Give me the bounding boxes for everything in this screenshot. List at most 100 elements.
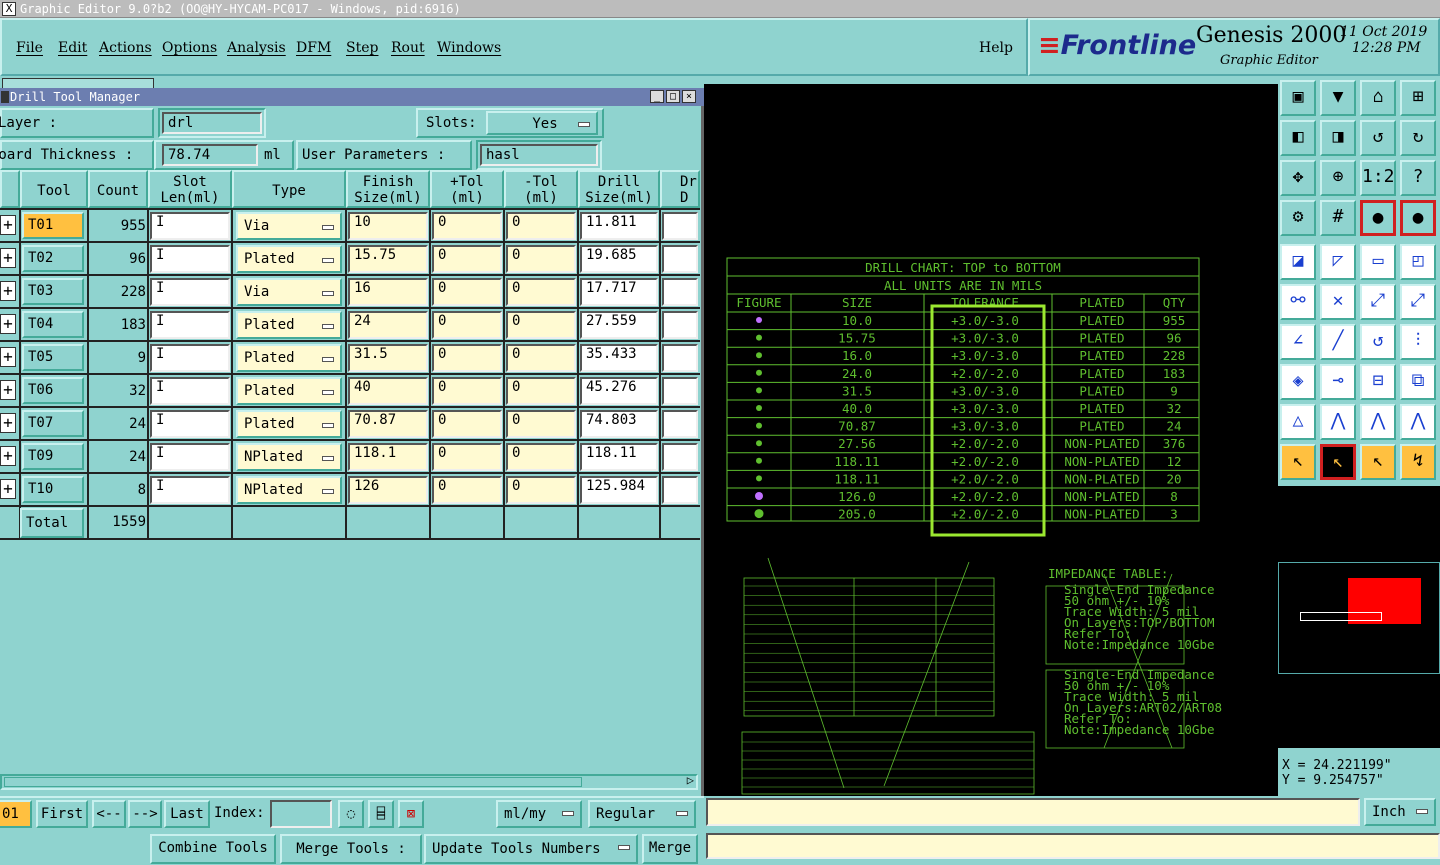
drill-extra-input[interactable] (662, 377, 698, 405)
menu-actions[interactable]: Actions (99, 40, 152, 56)
tool-type-dropdown[interactable]: Plated (236, 245, 342, 273)
finish-size-input[interactable]: 15.75 (348, 245, 428, 273)
triangle-select-icon[interactable]: △ (1280, 404, 1316, 440)
layer-input[interactable]: drl (162, 112, 262, 134)
plus-tolerance-input[interactable]: 0 (432, 377, 502, 405)
draw-line-icon[interactable]: ╱ (1320, 324, 1356, 360)
row-expand-button[interactable]: + (0, 248, 16, 268)
mode-dropdown[interactable]: Regular (588, 800, 696, 828)
finish-size-input[interactable]: 40 (348, 377, 428, 405)
pointer-select-icon[interactable]: ↖ (1360, 444, 1396, 480)
menu-options[interactable]: Options (162, 40, 217, 56)
menu-windows[interactable]: Windows (437, 40, 501, 56)
prev-button[interactable]: <-- (92, 800, 126, 828)
delete-icon[interactable]: ⊠ (398, 800, 424, 828)
arc-rotate-icon[interactable]: ↺ (1360, 324, 1396, 360)
pointer-icon[interactable]: ↖ (1280, 444, 1316, 480)
drill-size-input[interactable]: 125.984 (580, 476, 658, 504)
menu-file[interactable]: File (16, 40, 43, 56)
drill-extra-input[interactable] (662, 245, 698, 273)
home-icon[interactable]: ⌂ (1360, 80, 1396, 116)
maximize-icon[interactable]: □ (666, 90, 680, 103)
row-expand-button[interactable]: + (0, 446, 16, 466)
minus-tolerance-input[interactable]: 0 (506, 377, 576, 405)
drill-size-input[interactable]: 74.803 (580, 410, 658, 438)
stack-shapes-icon[interactable]: ⧉ (1400, 364, 1436, 400)
overview-minimap[interactable] (1278, 486, 1440, 748)
scrollbar-thumb[interactable] (4, 777, 582, 787)
tool-button[interactable]: T09 (22, 443, 84, 470)
slot-length-input[interactable]: I (150, 311, 230, 339)
grid-icon[interactable]: # (1320, 200, 1356, 236)
row-expand-button[interactable]: + (0, 314, 16, 334)
minus-tolerance-input[interactable]: 0 (506, 344, 576, 372)
slot-length-input[interactable]: I (150, 476, 230, 504)
move-node-alt-icon[interactable]: ⤢ (1400, 284, 1436, 320)
drill-size-input[interactable]: 11.811 (580, 212, 658, 240)
minus-tolerance-input[interactable]: 0 (506, 311, 576, 339)
row-expand-button[interactable]: + (0, 479, 16, 499)
a-frame-icon[interactable]: ⋀ (1320, 404, 1356, 440)
minimized-window-tab[interactable] (2, 78, 154, 88)
plus-tolerance-input[interactable]: 0 (432, 344, 502, 372)
refresh-icon[interactable]: ⌸ (368, 800, 394, 828)
horizontal-scrollbar[interactable]: ▷ (0, 773, 698, 790)
plus-tolerance-input[interactable]: 0 (432, 278, 502, 306)
finish-size-input[interactable]: 118.1 (348, 443, 428, 471)
next-button[interactable]: --> (128, 800, 162, 828)
zoom-back-icon[interactable]: ◧ (1280, 120, 1316, 156)
finish-size-input[interactable]: 70.87 (348, 410, 428, 438)
close-icon[interactable]: × (682, 90, 696, 103)
unit-dropdown[interactable]: Inch (1364, 798, 1436, 826)
merge-button[interactable]: Merge (642, 834, 698, 864)
pointer-active-icon[interactable]: ↖ (1320, 444, 1356, 480)
drill-size-input[interactable]: 45.276 (580, 377, 658, 405)
tool-type-dropdown[interactable]: Plated (236, 410, 342, 438)
combine-tools-button[interactable]: Combine Tools (150, 834, 276, 864)
drill-extra-input[interactable] (662, 344, 698, 372)
finish-size-input[interactable]: 31.5 (348, 344, 428, 372)
tool-button[interactable]: T03 (22, 278, 84, 305)
zoom-forward-icon[interactable]: ◨ (1320, 120, 1356, 156)
drill-extra-input[interactable] (662, 311, 698, 339)
save-icon[interactable]: ▼ (1320, 80, 1356, 116)
row-expand-button[interactable]: + (0, 413, 16, 433)
menu-analysis[interactable]: Analysis (227, 40, 286, 56)
move-node-icon[interactable]: ⤢ (1360, 284, 1396, 320)
finish-size-input[interactable]: 126 (348, 476, 428, 504)
tool-type-dropdown[interactable]: Plated (236, 344, 342, 372)
scroll-right-icon[interactable]: ▷ (687, 773, 694, 787)
row-expand-button[interactable]: + (0, 347, 16, 367)
tool-type-dropdown[interactable]: Via (236, 278, 342, 306)
zoom-home-icon[interactable]: ⊕ (1320, 160, 1356, 196)
units-dropdown[interactable]: ml/my (496, 800, 582, 828)
tool-button[interactable]: T02 (22, 245, 84, 272)
drill-size-input[interactable]: 118.11 (580, 443, 658, 471)
plus-tolerance-input[interactable]: 0 (432, 212, 502, 240)
draw-angle-icon[interactable]: ∠ (1280, 324, 1316, 360)
plus-tolerance-input[interactable]: 0 (432, 476, 502, 504)
first-button[interactable]: First (36, 800, 88, 828)
a-frame-bar-icon[interactable]: ⋀ (1360, 404, 1396, 440)
tool-button[interactable]: T10 (22, 476, 84, 503)
route-symbol-icon[interactable]: ⫶ (1400, 324, 1436, 360)
tool-type-dropdown[interactable]: Plated (236, 311, 342, 339)
minus-tolerance-input[interactable]: 0 (506, 245, 576, 273)
drill-size-input[interactable]: 35.433 (580, 344, 658, 372)
menu-step[interactable]: Step (346, 40, 378, 56)
drill-extra-input[interactable] (662, 410, 698, 438)
drill-extra-input[interactable] (662, 212, 698, 240)
board-thickness-input[interactable]: 78.74 (162, 144, 258, 166)
user-params-input[interactable]: hasl (480, 144, 598, 166)
dimension-icon[interactable]: ⊟ (1360, 364, 1396, 400)
plus-tolerance-input[interactable]: 0 (432, 443, 502, 471)
graphic-canvas[interactable]: DRILL CHART: TOP to BOTTOM ALL UNITS ARE… (704, 84, 1278, 796)
slot-length-input[interactable]: I (150, 245, 230, 273)
connect-nodes-icon[interactable]: ⚯ (1280, 284, 1316, 320)
plus-tolerance-input[interactable]: 0 (432, 410, 502, 438)
slots-dropdown[interactable]: Yes (486, 111, 598, 135)
tool-button[interactable]: T04 (22, 311, 84, 338)
drill-extra-input[interactable] (662, 476, 698, 504)
tool-type-dropdown[interactable]: Via (236, 212, 342, 240)
update-tools-numbers-dropdown[interactable]: Update Tools Numbers (424, 834, 638, 864)
